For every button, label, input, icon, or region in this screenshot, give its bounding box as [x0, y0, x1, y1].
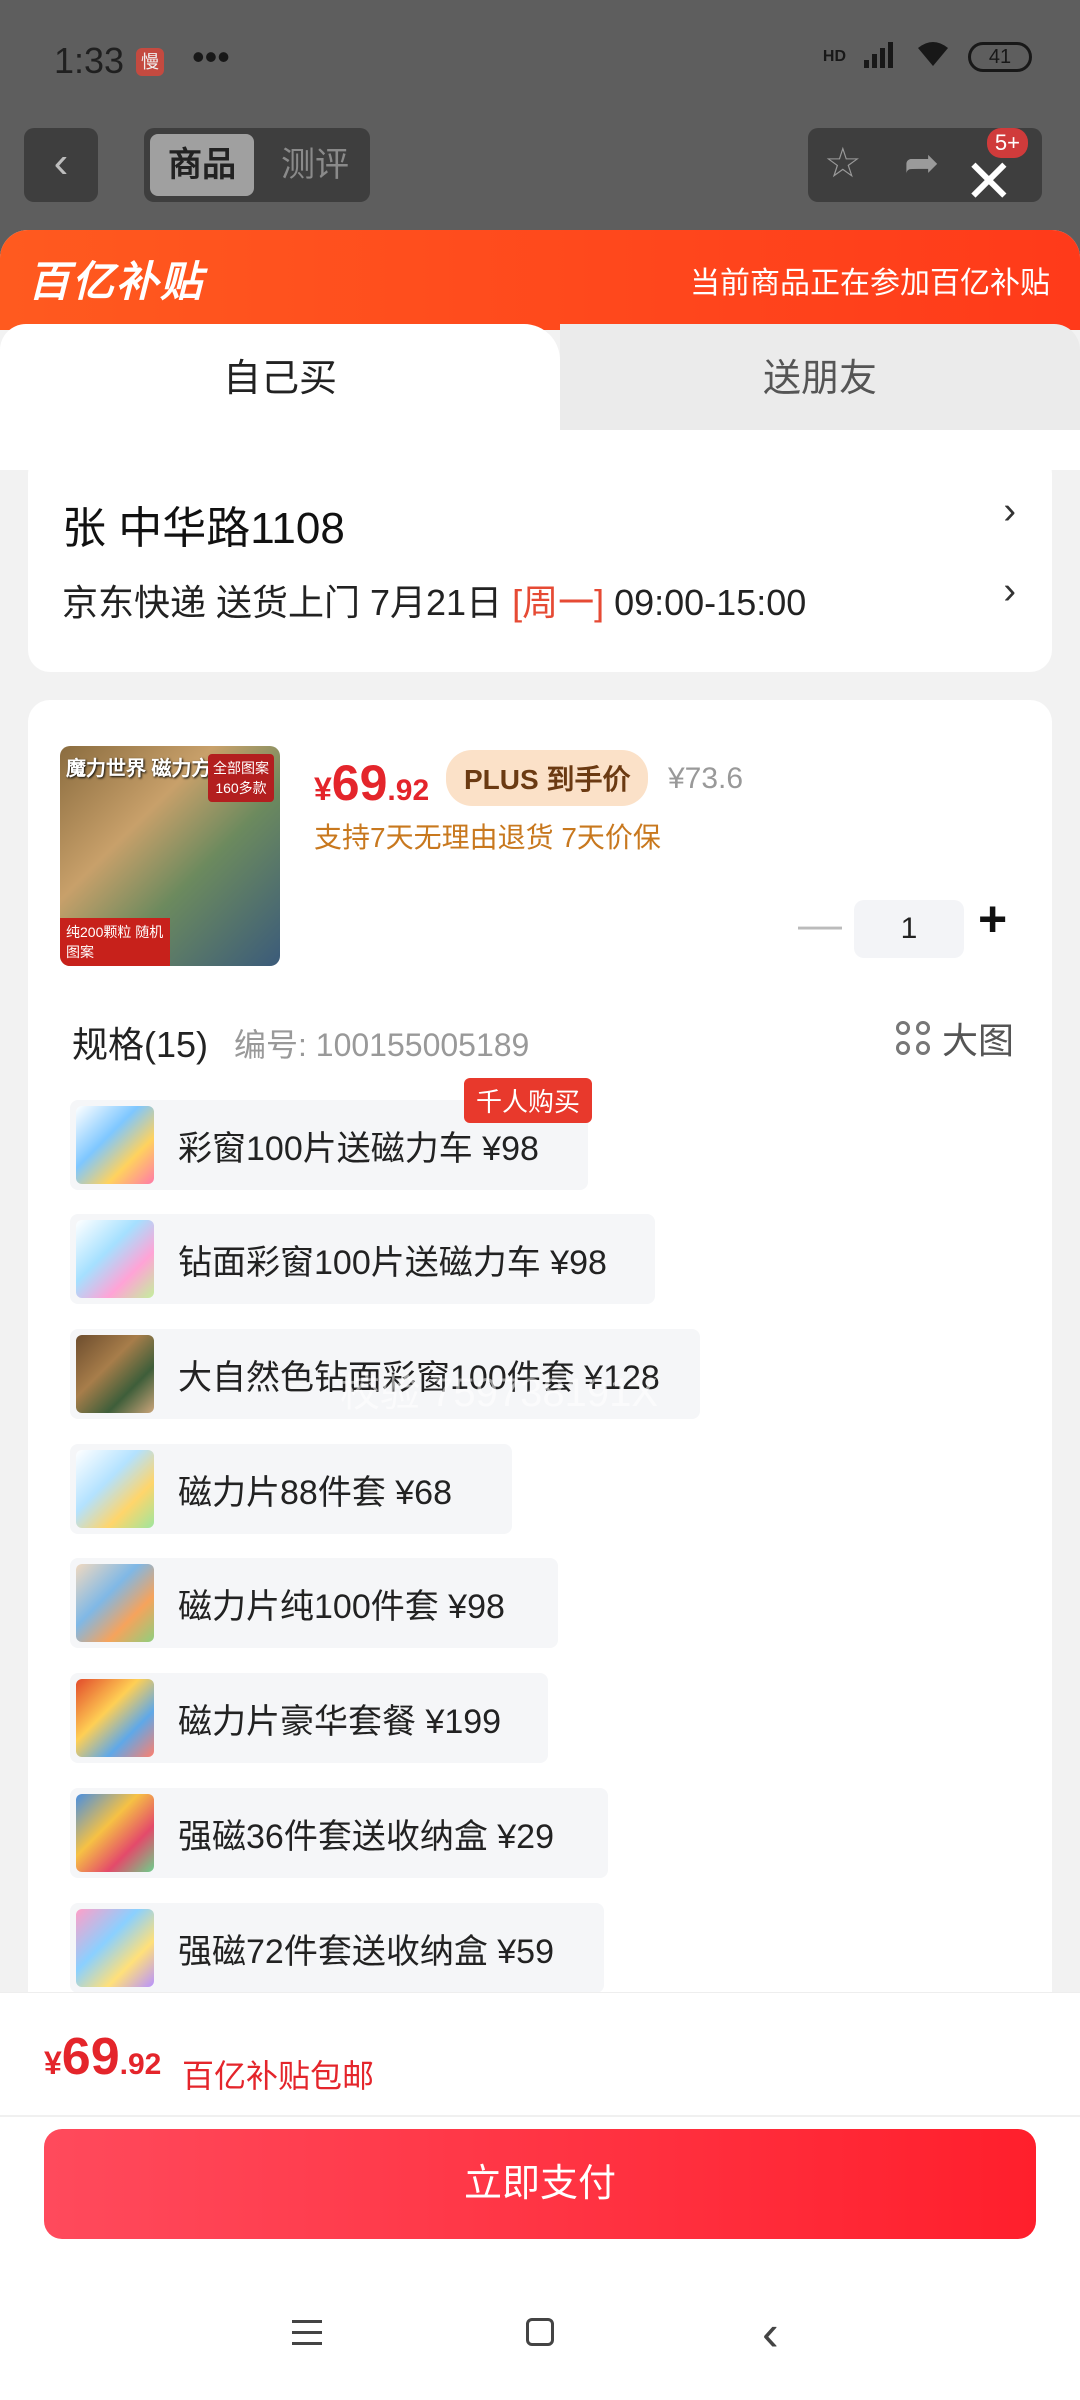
price-decimal: .92: [387, 774, 430, 807]
grid-icon: [895, 1021, 930, 1055]
home-icon[interactable]: [526, 2318, 554, 2346]
total-price-symbol: ¥: [44, 2045, 62, 2081]
system-nav-bar: ‹: [0, 2290, 1080, 2400]
spec-label: 强磁36件套送收纳盒 ¥29: [178, 1817, 554, 1856]
close-icon[interactable]: ✕: [964, 152, 1014, 212]
address-card[interactable]: 张 中华路1108 › 京东快递 送货上门 7月21日 [周一] 09:00-1…: [28, 452, 1052, 672]
spec-thumbnail: [76, 1335, 154, 1413]
delivery-method: 京东快递 送货上门 7月21日: [62, 582, 513, 623]
plus-price-tag: PLUS 到手价: [446, 750, 649, 806]
divider: [0, 2115, 1080, 2117]
big-view-button[interactable]: 大图: [895, 1012, 1014, 1064]
spec-label: 磁力片豪华套餐 ¥199: [178, 1702, 502, 1741]
shipping-note: 百亿补贴包邮: [182, 2058, 375, 2094]
signal-icon: [864, 40, 898, 73]
spec-option[interactable]: 磁力片88件套 ¥68: [70, 1444, 512, 1534]
spec-label: 彩窗100片送磁力车 ¥98: [178, 1129, 539, 1168]
spec-option[interactable]: 钻面彩窗100片送磁力车 ¥98: [70, 1214, 655, 1304]
battery-icon: 41: [968, 41, 1032, 72]
status-bar: 1:33 慢 ••• HD 41: [0, 0, 1080, 120]
total-price: ¥69.92: [44, 2027, 161, 2087]
product-price: ¥69.92: [314, 754, 429, 812]
spec-thumbnail: [76, 1450, 154, 1528]
back-icon[interactable]: ‹: [762, 2304, 779, 2362]
product-image-title: 魔力世界 磁力方块: [66, 758, 232, 780]
address-name: 张 中华路1108: [62, 504, 345, 553]
spec-thumbnail: [76, 1564, 154, 1642]
recent-apps-icon[interactable]: [292, 2320, 322, 2346]
wifi-icon: [916, 40, 950, 73]
spec-thumbnail: [76, 1220, 154, 1298]
watermark: 校验 759738191X: [340, 1371, 659, 1415]
network-hd-icon: HD: [822, 47, 846, 65]
total-price-integer: 69: [61, 2028, 120, 2086]
tab-review: 测评: [281, 146, 349, 184]
big-view-label: 大图: [941, 1020, 1014, 1061]
spec-thumbnail: [76, 1679, 154, 1757]
delivery-weekday: [周一]: [512, 582, 605, 623]
subsidy-notice: 当前商品正在参加百亿补贴: [690, 267, 1050, 300]
delivery-info[interactable]: 京东快递 送货上门 7月21日 [周一] 09:00-15:00: [62, 574, 806, 626]
product-image[interactable]: 魔力世界 磁力方块 全部图案 160多款 纯200颗粒 随机图案: [60, 746, 280, 966]
product-code: 编号: 100155005189: [234, 1027, 530, 1063]
price-integer: 69: [331, 755, 388, 811]
spec-option[interactable]: 强磁72件套送收纳盒 ¥59: [70, 1903, 604, 1993]
spec-option[interactable]: 磁力片纯100件套 ¥98: [70, 1558, 558, 1648]
background-tabs: 商品 测评: [144, 128, 370, 202]
spec-heading: 规格(15): [72, 1024, 209, 1065]
subsidy-logo: 百亿补贴: [28, 258, 205, 305]
price-symbol: ¥: [314, 771, 332, 807]
pay-now-button[interactable]: 立即支付: [44, 2129, 1036, 2239]
spec-option[interactable]: 磁力片豪华套餐 ¥199: [70, 1673, 548, 1763]
popular-badge: 千人购买: [464, 1078, 593, 1123]
spec-label: 钻面彩窗100片送磁力车 ¥98: [178, 1243, 607, 1282]
spec-label: 磁力片纯100件套 ¥98: [178, 1587, 505, 1626]
quantity-decrease-button[interactable]: —: [798, 900, 842, 950]
quantity-input[interactable]: 1: [854, 900, 964, 958]
product-image-tag: 全部图案 160多款: [208, 754, 274, 802]
spec-option[interactable]: 强磁36件套送收纳盒 ¥29: [70, 1788, 608, 1878]
more-notifications-icon: •••: [192, 36, 230, 77]
total-price-decimal: .92: [119, 2048, 162, 2081]
share-icon: ➦: [904, 139, 940, 186]
star-icon: ☆: [824, 139, 862, 186]
quantity-increase-button[interactable]: +: [978, 890, 1007, 948]
chevron-right-icon[interactable]: ›: [1003, 490, 1016, 533]
status-time: 1:33: [54, 40, 125, 81]
delivery-time: 09:00-15:00: [604, 582, 807, 623]
spec-thumbnail: [76, 1794, 154, 1872]
subsidy-banner: 百亿补贴 当前商品正在参加百亿补贴: [0, 230, 1080, 330]
spec-thumbnail: [76, 1909, 154, 1987]
background-nav: ‹ 商品 测评 ☆ ➦ 5+ ✕: [0, 120, 1080, 230]
chevron-right-icon[interactable]: ›: [1003, 570, 1016, 613]
original-price: ¥73.6: [668, 762, 744, 795]
background-actions: ☆ ➦ 5+ ✕: [808, 128, 1042, 212]
product-image-bottom: 纯200颗粒 随机图案: [60, 918, 170, 966]
spec-label: 强磁72件套送收纳盒 ¥59: [178, 1932, 554, 1971]
tab-product: 商品: [150, 134, 254, 196]
spec-label: 磁力片88件套 ¥68: [178, 1473, 452, 1512]
spec-thumbnail: [76, 1106, 154, 1184]
chevron-left-icon: ‹: [24, 128, 98, 202]
app-notification-icon: 慢: [136, 48, 164, 76]
status-indicators: HD 41: [823, 40, 1032, 73]
service-guarantee: 支持7天无理由退货 7天价保: [314, 822, 661, 853]
